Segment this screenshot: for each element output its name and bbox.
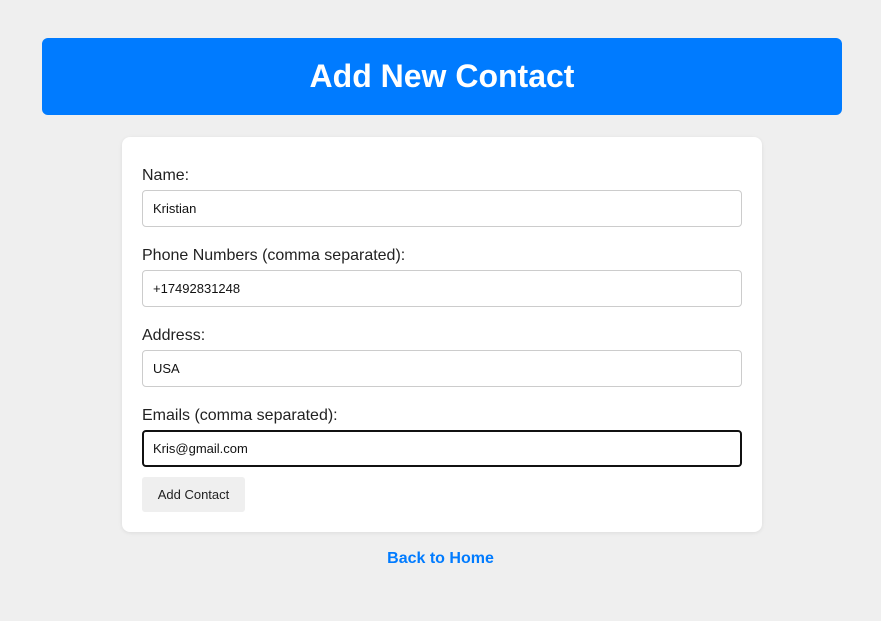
phone-numbers-label: Phone Numbers (comma separated): <box>142 247 406 264</box>
page-header: Add New Contact <box>42 38 842 115</box>
add-contact-button[interactable]: Add Contact <box>142 477 245 512</box>
address-input[interactable] <box>142 350 742 387</box>
emails-input[interactable] <box>142 430 742 467</box>
address-label: Address: <box>142 327 206 344</box>
page-title: Add New Contact <box>309 58 575 94</box>
name-input[interactable] <box>142 190 742 227</box>
phone-numbers-input[interactable] <box>142 270 742 307</box>
add-contact-form: Name: Phone Numbers (comma separated): A… <box>122 137 762 532</box>
name-label: Name: <box>142 167 190 184</box>
back-to-home-link[interactable]: Back to Home <box>0 550 881 568</box>
emails-label: Emails (comma separated): <box>142 407 338 424</box>
